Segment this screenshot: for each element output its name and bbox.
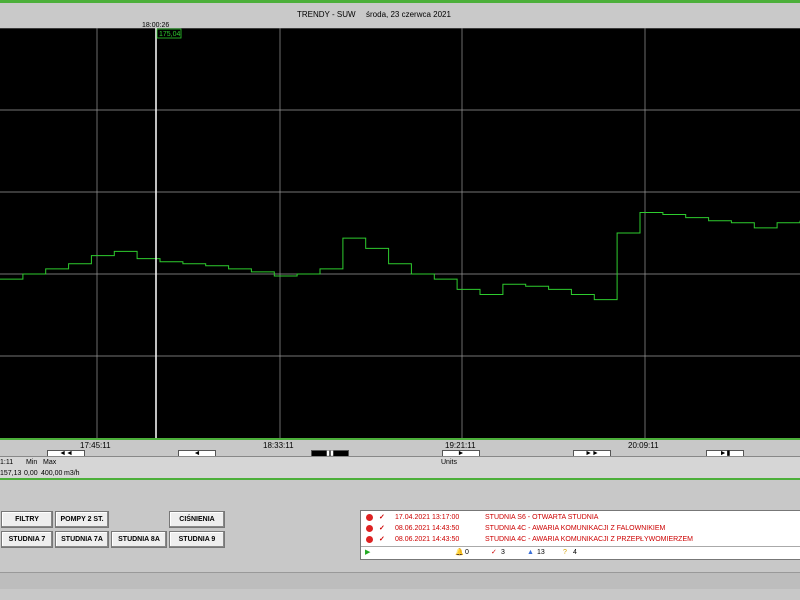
studnia-7a-button[interactable]: STUDNIA 7A <box>55 531 109 548</box>
ack-icon: ✓ <box>491 549 497 556</box>
acknowledge-icon: ✓ <box>379 514 385 521</box>
alarm-active-icon <box>366 525 373 532</box>
time-label: 18:33:11 <box>263 441 294 450</box>
svg-text:175,04: 175,04 <box>159 31 181 38</box>
alarm-timestamp: 08.06.2021 14:43:50 <box>395 536 460 543</box>
alarm-active-icon <box>366 536 373 543</box>
info-units-header: Units <box>441 459 457 466</box>
info-unit: m3/h <box>64 470 80 477</box>
studnia-8a-button[interactable]: STUDNIA 8A <box>111 531 167 548</box>
acknowledge-icon: ✓ <box>379 536 385 543</box>
info-max-header: Max <box>43 459 57 466</box>
alarm-message: STUDNIA S6 - OTWARTA STUDNIA <box>485 514 599 521</box>
info-min: 0,00 <box>24 470 38 477</box>
studnia-9-button[interactable]: STUDNIA 9 <box>169 531 225 548</box>
pompy-button[interactable]: POMPY 2 ST. <box>55 511 109 528</box>
alarm-list[interactable]: ✓ 17.04.2021 13:17:00 STUDNIA S6 - OTWAR… <box>360 510 800 560</box>
alarm-message: STUDNIA 4C - AWARIA KOMUNIKACJI Z PRZEPŁ… <box>485 536 693 543</box>
alarm-message: STUDNIA 4C - AWARIA KOMUNIKACJI Z FALOWN… <box>485 525 666 532</box>
info-value: 157,13 <box>0 470 22 477</box>
play-icon[interactable]: ▶ <box>365 547 370 559</box>
info-max: 400,00 <box>41 470 63 477</box>
info-count: 13 <box>537 549 545 556</box>
trend-plot[interactable]: 175,04 <box>0 28 800 438</box>
header-bar: TRENDY - SUW środa, 23 czerwca 2021 18:0… <box>0 3 800 29</box>
filtry-button[interactable]: FILTRY <box>1 511 53 528</box>
alarm-active-icon <box>366 514 373 521</box>
info-icon: ▲ <box>527 549 534 556</box>
info-time: 1:11 <box>0 459 14 466</box>
warning-icon: ? <box>563 549 567 556</box>
alarm-row[interactable]: ✓ 17.04.2021 13:17:00 STUDNIA S6 - OTWAR… <box>361 512 800 523</box>
page-title: TRENDY - SUW <box>297 10 356 19</box>
time-label: 20:09:11 <box>628 441 659 450</box>
trend-chart-svg: 175,04 <box>0 28 800 438</box>
alarm-timestamp: 17.04.2021 13:17:00 <box>395 514 460 521</box>
ack-count: 3 <box>501 549 505 556</box>
trend-info-table: 1:11 Min Max Units 157,13 0,00 400,00 m3… <box>0 456 800 479</box>
cursor-value-box: 175,04 <box>156 28 182 39</box>
bottom-status-bar <box>0 572 800 589</box>
alarm-timestamp: 08.06.2021 14:43:50 <box>395 525 460 532</box>
time-label: 19:21:11 <box>445 441 476 450</box>
bell-count: 0 <box>465 549 469 556</box>
studnia-7-button[interactable]: STUDNIA 7 <box>1 531 53 548</box>
bell-icon: 🔔 <box>455 549 464 556</box>
date-label: środa, 23 czerwca 2021 <box>366 10 451 19</box>
info-min-header: Min <box>26 459 38 466</box>
warning-count: 4 <box>573 549 577 556</box>
trend-series-line <box>0 212 800 301</box>
alarm-row[interactable]: ✓ 08.06.2021 14:43:50 STUDNIA 4C - AWARI… <box>361 534 800 545</box>
cisnienia-button[interactable]: CIŚNIENIA <box>169 511 225 528</box>
time-axis-bar: 17:45:11 18:33:11 19:21:11 20:09:11 ◄◄ ◄… <box>0 438 800 458</box>
alarm-status-bar: ▶ 🔔 0 ✓ 3 ▲ 13 ? 4 <box>361 546 800 559</box>
time-label: 17:45:11 <box>80 441 111 450</box>
acknowledge-icon: ✓ <box>379 525 385 532</box>
alarm-row[interactable]: ✓ 08.06.2021 14:43:50 STUDNIA 4C - AWARI… <box>361 523 800 534</box>
